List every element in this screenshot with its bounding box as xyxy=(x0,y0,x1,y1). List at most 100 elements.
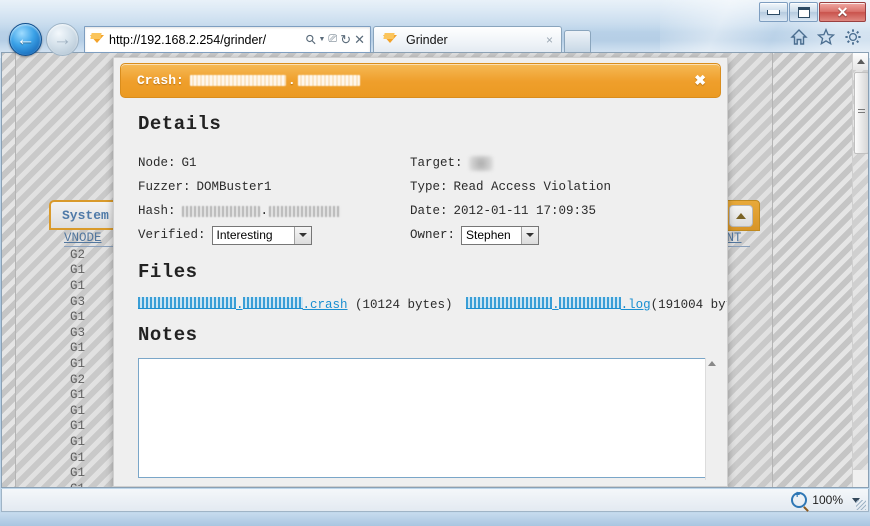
file-crash-redacted-2 xyxy=(242,297,303,309)
window-controls: ✕ xyxy=(758,2,866,22)
scrollbar-grip-icon xyxy=(858,109,865,115)
refresh-icon[interactable]: ↻ xyxy=(340,33,351,46)
navigation-bar: ← → http://192.168.2.254/grinder/ ⚲ ▼ ⎚ … xyxy=(0,20,870,58)
zoom-level-label[interactable]: 100% xyxy=(812,493,843,507)
details-section-title: Details xyxy=(138,113,222,135)
detail-date: Date: 2012-01-11 17:09:35 xyxy=(410,199,611,223)
file-log-size: (191004 bytes) xyxy=(650,298,727,312)
chevron-down-icon[interactable] xyxy=(521,226,539,244)
scroll-up-icon xyxy=(856,59,865,64)
detail-hash: Hash: . xyxy=(138,199,410,223)
file-log-redacted-2 xyxy=(558,297,621,309)
verified-select-value: Interesting xyxy=(216,228,273,242)
dialog-title-redacted-2 xyxy=(297,75,360,86)
detail-owner: Owner: Stephen xyxy=(410,223,611,247)
detail-target-label: Target: xyxy=(410,156,463,170)
details-column-right: Target: Type: Read Access Violation Date… xyxy=(410,151,611,247)
file-crash-suffix: .crash xyxy=(302,298,348,312)
address-input[interactable]: http://192.168.2.254/grinder/ xyxy=(109,33,306,47)
close-button[interactable]: ✕ xyxy=(819,2,866,22)
detail-target-redacted xyxy=(468,155,493,171)
tab-strip: Grinder × xyxy=(373,26,591,52)
minimize-button[interactable] xyxy=(759,2,788,22)
details-grid: Node: G1 Fuzzer: DOMBuster1 Hash: . Veri… xyxy=(138,151,705,247)
detail-hash-label: Hash: xyxy=(138,204,176,218)
home-icon[interactable] xyxy=(790,28,808,46)
notes-area-wrapper xyxy=(138,358,717,481)
detail-date-value: 2012-01-11 17:09:35 xyxy=(453,204,597,218)
notes-textarea[interactable] xyxy=(138,358,707,478)
owner-select-value: Stephen xyxy=(466,228,511,242)
dropdown-caret-icon[interactable]: ▼ xyxy=(318,36,325,43)
browser-toolbar-icons xyxy=(790,27,862,46)
back-button[interactable]: ← xyxy=(9,23,42,56)
tab-grinder[interactable]: Grinder × xyxy=(373,26,562,52)
detail-node: Node: G1 xyxy=(138,151,410,175)
compatibility-view-icon[interactable]: ⎚ xyxy=(328,34,337,45)
browser-window: ✕ ← → http://192.168.2.254/grinder/ ⚲ ▼ … xyxy=(0,0,870,526)
stop-icon[interactable]: ✕ xyxy=(354,33,365,46)
notes-section-title: Notes xyxy=(138,324,198,346)
file-crash-redacted-1 xyxy=(138,297,236,309)
scrollbar-thumb[interactable] xyxy=(854,72,868,154)
detail-verified-label: Verified: xyxy=(138,228,206,242)
favorites-star-icon[interactable] xyxy=(816,27,836,46)
files-section-title: Files xyxy=(138,261,198,283)
new-tab-button[interactable] xyxy=(564,30,591,52)
address-bar[interactable]: http://192.168.2.254/grinder/ ⚲ ▼ ⎚ ↻ ✕ xyxy=(84,26,371,53)
details-column-left: Node: G1 Fuzzer: DOMBuster1 Hash: . Veri… xyxy=(138,151,410,247)
tab-favicon-icon xyxy=(383,33,398,47)
tab-close-icon[interactable]: × xyxy=(542,33,557,47)
status-bar: 100% xyxy=(1,489,869,512)
dialog-body: Details Node: G1 Fuzzer: DOMBuster1 Hash… xyxy=(114,101,727,486)
dialog-close-icon[interactable]: ✖ xyxy=(694,72,706,89)
detail-target: Target: xyxy=(410,151,611,175)
dialog-title: Crash: . xyxy=(121,73,360,88)
verified-select[interactable]: Interesting xyxy=(211,225,312,245)
detail-fuzzer-value: DOMBuster1 xyxy=(196,180,272,194)
chevron-down-icon[interactable] xyxy=(293,226,311,244)
detail-verified: Verified: Interesting xyxy=(138,223,410,247)
search-icon[interactable]: ⚲ xyxy=(302,31,319,48)
up-arrow-icon xyxy=(736,213,746,219)
file-link-log[interactable]: . .log xyxy=(466,297,651,312)
page-vertical-scrollbar[interactable] xyxy=(852,53,868,487)
detail-type-value: Read Access Violation xyxy=(453,180,612,194)
page-viewport: System VNODE COUNT G21G11G11G31G11G31G11… xyxy=(1,52,869,488)
detail-hash-redacted-1 xyxy=(181,205,260,217)
dialog-header: Crash: . ✖ xyxy=(120,63,721,98)
detail-type: Type: Read Access Violation xyxy=(410,175,611,199)
detail-node-label: Node: xyxy=(138,156,176,170)
grinder-favicon-icon xyxy=(90,33,105,47)
window-bottom-frame xyxy=(0,513,870,526)
file-log-suffix: .log xyxy=(620,298,651,312)
detail-fuzzer-label: Fuzzer: xyxy=(138,180,191,194)
scroll-to-top-button[interactable] xyxy=(729,205,753,227)
zoom-magnifier-icon[interactable] xyxy=(791,490,808,508)
detail-owner-label: Owner: xyxy=(410,228,456,242)
owner-select[interactable]: Stephen xyxy=(461,225,540,245)
back-arrow-icon: ← xyxy=(16,29,35,50)
detail-fuzzer: Fuzzer: DOMBuster1 xyxy=(138,175,410,199)
restore-icon xyxy=(797,6,810,18)
crash-details-dialog: Crash: . ✖ Details Node: G1 Fuzzer: DOMB… xyxy=(113,57,728,487)
detail-type-label: Type: xyxy=(410,180,448,194)
files-list: ..crash (10124 bytes) ..log(191004 bytes… xyxy=(138,297,727,312)
minimize-icon xyxy=(767,9,780,15)
detail-node-value: G1 xyxy=(181,156,197,170)
notes-scroll-up-icon xyxy=(707,361,716,366)
file-log-redacted-1 xyxy=(466,297,553,309)
dialog-title-prefix: Crash: xyxy=(137,73,184,88)
close-icon: ✕ xyxy=(836,4,849,20)
dialog-title-redacted-1 xyxy=(189,75,286,86)
tab-title: Grinder xyxy=(406,32,448,47)
file-link-crash[interactable]: . .crash xyxy=(138,297,348,312)
notes-scrollbar[interactable] xyxy=(705,358,717,480)
tools-gear-icon[interactable] xyxy=(844,28,862,46)
forward-button[interactable]: → xyxy=(46,23,79,56)
detail-hash-redacted-2 xyxy=(269,205,342,217)
resize-grip-icon[interactable] xyxy=(856,500,866,510)
file-crash-size: (10124 bytes) xyxy=(355,298,453,312)
forward-arrow-icon: → xyxy=(53,29,72,50)
restore-button[interactable] xyxy=(789,2,818,22)
